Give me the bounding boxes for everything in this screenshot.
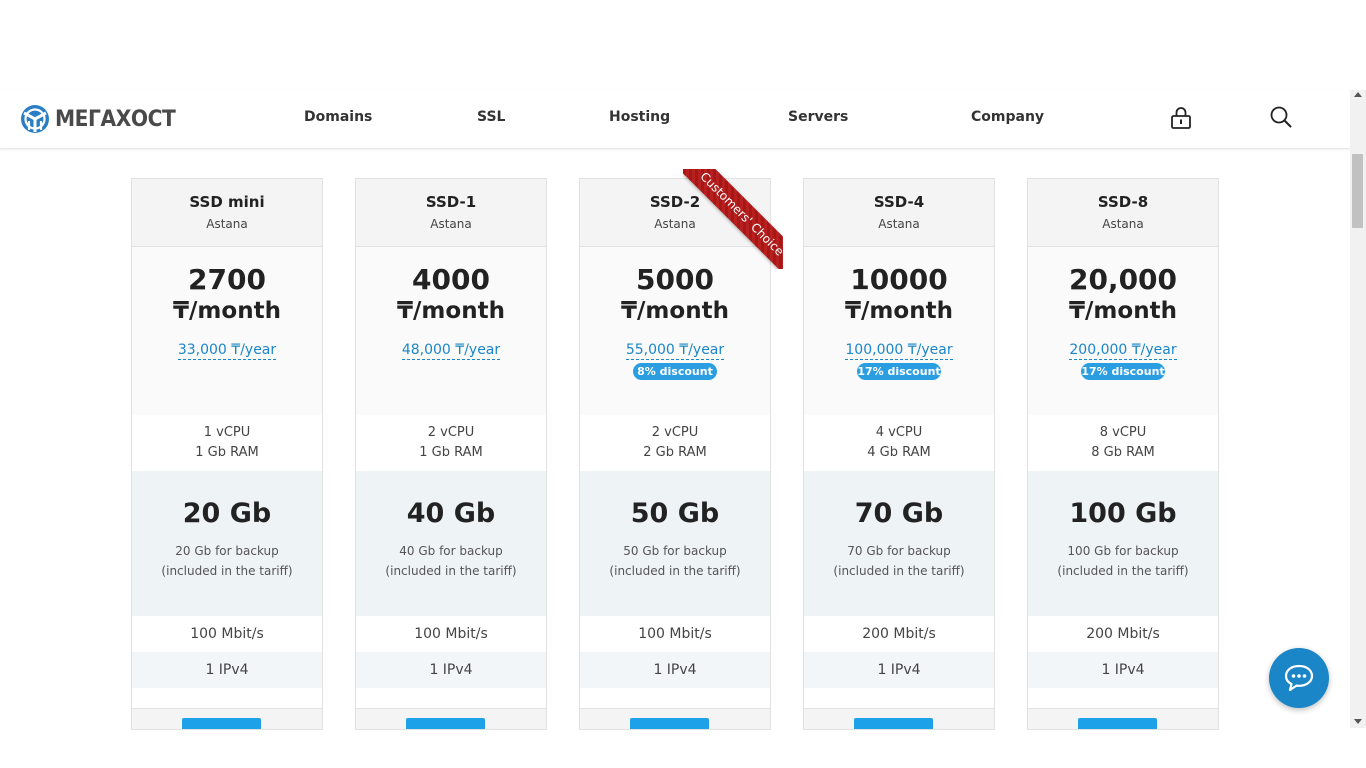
scrollbar[interactable] bbox=[1350, 90, 1366, 728]
plan-backup: 50 Gb for backup bbox=[623, 544, 727, 558]
plan-price-unit: ₸/month bbox=[1069, 298, 1177, 324]
plan-backup-note: (included in the tariff) bbox=[833, 564, 965, 578]
plan-yearly-price-link[interactable]: 33,000 ₸/year bbox=[177, 342, 277, 360]
site-header: МЕГАХОСТ Domains SSL Hosting Servers Com… bbox=[0, 90, 1350, 149]
chat-icon bbox=[1284, 664, 1314, 692]
plan-backup-note: (included in the tariff) bbox=[385, 564, 517, 578]
chat-button[interactable] bbox=[1269, 648, 1329, 708]
plan-price: 4000 bbox=[412, 263, 490, 296]
plan-name: SSD-4 bbox=[873, 193, 925, 211]
plan-disk: 50 Gb bbox=[630, 498, 720, 529]
plan-ip: 1 IPv4 bbox=[1028, 652, 1218, 688]
plan-backup: 100 Gb for backup bbox=[1067, 544, 1179, 558]
order-button[interactable] bbox=[182, 718, 261, 729]
plan-card-ssd-1: SSD-1 Astana 4000 ₸/month 48,000 ₸/year … bbox=[355, 178, 547, 730]
plan-cpu: 2 vCPU bbox=[651, 425, 699, 440]
discount-badge: 17% discount bbox=[1081, 363, 1165, 380]
customers-choice-ribbon: Customers' Choice bbox=[683, 169, 783, 269]
plan-ram: 2 Gb RAM bbox=[643, 445, 707, 460]
plan-backup-note: (included in the tariff) bbox=[609, 564, 741, 578]
nav-hosting[interactable]: Hosting bbox=[609, 109, 670, 125]
plan-yearly-price-link[interactable]: 200,000 ₸/year bbox=[1069, 342, 1177, 360]
nav-company[interactable]: Company bbox=[971, 109, 1044, 125]
plan-disk: 70 Gb bbox=[854, 498, 944, 529]
plan-card-ssd-4: SSD-4 Astana 10000 ₸/month 100,000 ₸/yea… bbox=[803, 178, 995, 730]
plan-backup-note: (included in the tariff) bbox=[161, 564, 293, 578]
plan-ip: 1 IPv4 bbox=[580, 652, 770, 688]
top-blank-area bbox=[0, 0, 1366, 90]
logo[interactable]: МЕГАХОСТ bbox=[20, 102, 186, 136]
plan-disk: 100 Gb bbox=[1069, 498, 1177, 529]
plan-backup-note: (included in the tariff) bbox=[1057, 564, 1189, 578]
scroll-thumb[interactable] bbox=[1352, 154, 1363, 228]
plan-ip: 1 IPv4 bbox=[132, 652, 322, 688]
logo-text: МЕГАХОСТ bbox=[55, 106, 176, 132]
plan-backup: 20 Gb for backup bbox=[175, 544, 279, 558]
plan-price: 20,000 bbox=[1068, 263, 1178, 296]
order-button[interactable] bbox=[630, 718, 709, 729]
logo-icon bbox=[21, 105, 49, 133]
nav-domains[interactable]: Domains bbox=[304, 109, 372, 125]
scroll-down-arrow-icon[interactable] bbox=[1354, 719, 1362, 724]
order-button[interactable] bbox=[1078, 718, 1157, 729]
plan-name: SSD-8 bbox=[1097, 193, 1149, 211]
plan-card-ssd-8: SSD-8 Astana 20,000 ₸/month 200,000 ₸/ye… bbox=[1027, 178, 1219, 730]
plan-yearly-price-link[interactable]: 100,000 ₸/year bbox=[845, 342, 953, 360]
plan-location: Astana bbox=[430, 217, 472, 231]
plan-card-ssd-mini: SSD mini Astana 2700 ₸/month 33,000 ₸/ye… bbox=[131, 178, 323, 730]
plan-name: SSD-1 bbox=[425, 193, 477, 211]
search-icon[interactable] bbox=[1268, 104, 1294, 130]
plan-disk: 40 Gb bbox=[406, 498, 496, 529]
plan-backup: 70 Gb for backup bbox=[847, 544, 951, 558]
plan-price-unit: ₸/month bbox=[845, 298, 953, 324]
nav-ssl[interactable]: SSL bbox=[477, 109, 505, 125]
order-button[interactable] bbox=[854, 718, 933, 729]
plan-price-unit: ₸/month bbox=[173, 298, 281, 324]
nav-servers[interactable]: Servers bbox=[788, 109, 848, 125]
plan-price: 10000 bbox=[850, 263, 948, 296]
plan-cpu: 1 vCPU bbox=[203, 425, 251, 440]
plan-ram: 4 Gb RAM bbox=[867, 445, 931, 460]
plan-speed: 200 Mbit/s bbox=[1028, 616, 1218, 652]
plan-cpu: 8 vCPU bbox=[1099, 425, 1147, 440]
plan-disk: 20 Gb bbox=[182, 498, 272, 529]
discount-badge: 17% discount bbox=[857, 363, 941, 380]
lock-icon[interactable] bbox=[1168, 104, 1194, 130]
plan-location: Astana bbox=[206, 217, 248, 231]
order-button[interactable] bbox=[406, 718, 485, 729]
plan-speed: 100 Mbit/s bbox=[356, 616, 546, 652]
plan-cpu: 4 vCPU bbox=[875, 425, 923, 440]
plan-ip: 1 IPv4 bbox=[804, 652, 994, 688]
discount-badge: 8% discount bbox=[633, 363, 717, 380]
plan-speed: 100 Mbit/s bbox=[132, 616, 322, 652]
ribbon-label: Customers' Choice bbox=[683, 169, 783, 269]
plan-price-unit: ₸/month bbox=[397, 298, 505, 324]
plan-location: Astana bbox=[878, 217, 920, 231]
scroll-up-arrow-icon[interactable] bbox=[1354, 92, 1362, 97]
plan-speed: 200 Mbit/s bbox=[804, 616, 994, 652]
plan-yearly-price-link[interactable]: 55,000 ₸/year bbox=[625, 342, 725, 360]
plan-price: 2700 bbox=[188, 263, 266, 296]
plan-ram: 1 Gb RAM bbox=[419, 445, 483, 460]
plan-cpu: 2 vCPU bbox=[427, 425, 475, 440]
plan-ram: 8 Gb RAM bbox=[1091, 445, 1155, 460]
plan-speed: 100 Mbit/s bbox=[580, 616, 770, 652]
plan-ip: 1 IPv4 bbox=[356, 652, 546, 688]
plan-ram: 1 Gb RAM bbox=[195, 445, 259, 460]
plan-yearly-price-link[interactable]: 48,000 ₸/year bbox=[401, 342, 501, 360]
plan-price-unit: ₸/month bbox=[621, 298, 729, 324]
plan-backup: 40 Gb for backup bbox=[399, 544, 503, 558]
plan-location: Astana bbox=[1102, 217, 1144, 231]
plan-name: SSD mini bbox=[189, 193, 265, 211]
